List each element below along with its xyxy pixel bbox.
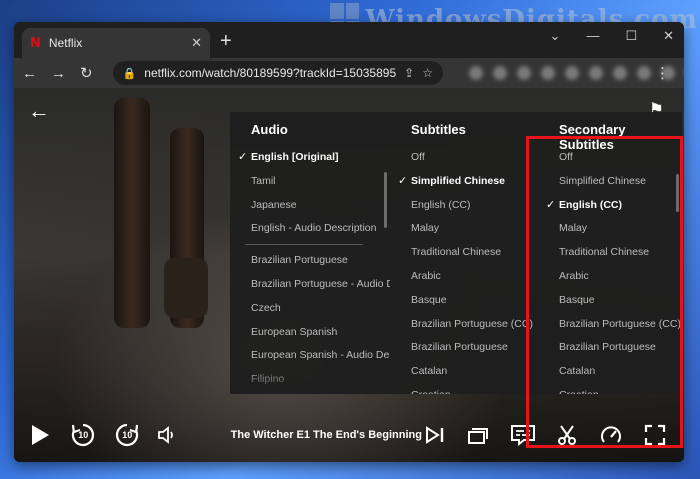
audio-option[interactable]: Czech (236, 297, 390, 321)
close-window-icon[interactable]: ✕ (663, 28, 674, 44)
episodes-icon[interactable] (466, 422, 492, 448)
audio-scrollbar[interactable] (384, 172, 387, 228)
subtitle-option[interactable]: Traditional Chinese (396, 241, 538, 265)
audio-option[interactable]: English [Original] (236, 146, 390, 170)
rewind-10-icon[interactable]: 10 (70, 422, 96, 448)
audio-option[interactable]: English - Audio Description (236, 217, 390, 241)
play-icon[interactable] (28, 422, 52, 448)
audio-option[interactable]: Tamil (236, 170, 390, 194)
forward-icon[interactable]: → (51, 65, 66, 82)
secondary-subtitle-option[interactable]: Arabic (544, 265, 682, 289)
fullscreen-icon[interactable] (642, 422, 668, 448)
audio-title: Audio (251, 122, 288, 137)
secondary-subtitle-options: OffSimplified ChineseEnglish (CC)MalayTr… (538, 146, 682, 394)
secondary-subtitle-option[interactable]: Brazilian Portuguese (CC) (544, 313, 682, 337)
secondary-subtitle-option[interactable]: Malay (544, 217, 682, 241)
secondary-subtitle-option[interactable]: Brazilian Portuguese (544, 336, 682, 360)
subtitle-option[interactable]: Brazilian Portuguese (396, 336, 538, 360)
player-controls: 10 10 The Witcher E1 The End's Beginning (14, 408, 684, 462)
secondary-subtitles-menu: Secondary Subtitles Off Simplified Chines… (538, 112, 682, 394)
subtitle-option[interactable]: Arabic (396, 265, 538, 289)
speed-icon[interactable] (598, 422, 624, 448)
audio-option[interactable]: Japanese (236, 194, 390, 218)
rewind-seconds: 10 (78, 430, 89, 440)
menu-kebab-icon[interactable]: ⋮ (655, 64, 670, 82)
subtitles-menu: Subtitles OffSimplified ChineseEnglish (… (390, 112, 538, 394)
subtitle-option[interactable]: Brazilian Portuguese (CC) (396, 313, 538, 337)
browser-window: N Netflix ✕ + ⌄ — ☐ ✕ ← → ↻ 🔒 netflix.co… (14, 22, 684, 462)
subtitle-option[interactable]: Malay (396, 217, 538, 241)
window-controls: ⌄ — ☐ ✕ (550, 28, 674, 44)
scissors-icon[interactable] (554, 422, 580, 448)
subtitles-icon[interactable] (510, 422, 536, 448)
secondary-subtitle-option[interactable]: Traditional Chinese (544, 241, 682, 265)
episode-title: The Witcher E1 The End's Beginning (230, 429, 422, 441)
forward-seconds: 10 (122, 430, 133, 440)
chevron-down-icon[interactable]: ⌄ (550, 28, 561, 44)
maximize-icon[interactable]: ☐ (625, 28, 637, 44)
minimize-icon[interactable]: — (586, 28, 599, 44)
audio-menu: Audio English [Original]TamilJapaneseEng… (230, 112, 390, 394)
secondary-subtitle-option[interactable]: Off (544, 146, 682, 170)
secondary-subtitle-option[interactable]: Catalan (544, 360, 682, 384)
audio-option[interactable]: Brazilian Portuguese - Audio Desc (236, 273, 390, 297)
url-text: netflix.com/watch/80189599?trackId=15035… (144, 66, 397, 80)
subtitle-option[interactable]: Simplified Chinese (396, 170, 538, 194)
subtitle-option[interactable]: Off (396, 146, 538, 170)
video-player[interactable]: ← ⚑ Audio English [Original]TamilJapanes… (14, 88, 684, 462)
subtitle-option[interactable]: Catalan (396, 360, 538, 384)
lock-icon[interactable]: 🔒 (123, 67, 137, 80)
next-episode-icon[interactable] (422, 422, 448, 448)
extensions-blurred (468, 66, 684, 80)
secondary-scrollbar[interactable] (676, 174, 679, 212)
right-controls (422, 422, 672, 448)
back-icon[interactable]: ← (22, 65, 37, 82)
tab-title: Netflix (48, 36, 83, 50)
reload-icon[interactable]: ↻ (80, 64, 93, 82)
secondary-subtitle-option[interactable]: Croatian (544, 384, 682, 394)
audio-option[interactable]: Brazilian Portuguese (236, 249, 390, 273)
secondary-subtitle-option[interactable]: Basque (544, 289, 682, 313)
volume-icon[interactable] (156, 422, 180, 448)
audio-options-primary: English [Original]TamilJapaneseEnglish -… (230, 146, 390, 241)
subtitle-option[interactable]: English (CC) (396, 194, 538, 218)
bookmark-star-icon[interactable]: ☆ (422, 66, 433, 80)
secondary-subtitle-option[interactable]: English (CC) (544, 194, 682, 218)
subtitle-options: OffSimplified ChineseEnglish (CC)MalayTr… (390, 146, 538, 394)
audio-option[interactable]: European Spanish (236, 321, 390, 345)
subtitles-title: Subtitles (411, 122, 466, 137)
new-tab-button[interactable]: + (220, 30, 232, 53)
close-tab-icon[interactable]: ✕ (191, 35, 202, 51)
audio-option[interactable]: European Spanish - Audio Descrip (236, 344, 390, 368)
tab-netflix[interactable]: N Netflix ✕ (22, 28, 210, 58)
forward-10-icon[interactable]: 10 (114, 422, 140, 448)
secondary-subtitle-option[interactable]: Simplified Chinese (544, 170, 682, 194)
subtitle-option[interactable]: Croatian (396, 384, 538, 394)
back-arrow-icon[interactable]: ← (28, 98, 50, 124)
share-icon[interactable]: ⇪ (404, 66, 414, 80)
toolbar: ← → ↻ 🔒 netflix.com/watch/80189599?track… (14, 58, 684, 88)
subtitle-option[interactable]: Basque (396, 289, 538, 313)
netflix-favicon-icon: N (30, 35, 41, 51)
secondary-subtitles-title: Secondary Subtitles (559, 122, 626, 152)
title-bar: N Netflix ✕ + ⌄ — ☐ ✕ (14, 22, 684, 58)
audio-divider (245, 244, 363, 246)
address-bar[interactable]: 🔒 netflix.com/watch/80189599?trackId=150… (112, 61, 443, 85)
